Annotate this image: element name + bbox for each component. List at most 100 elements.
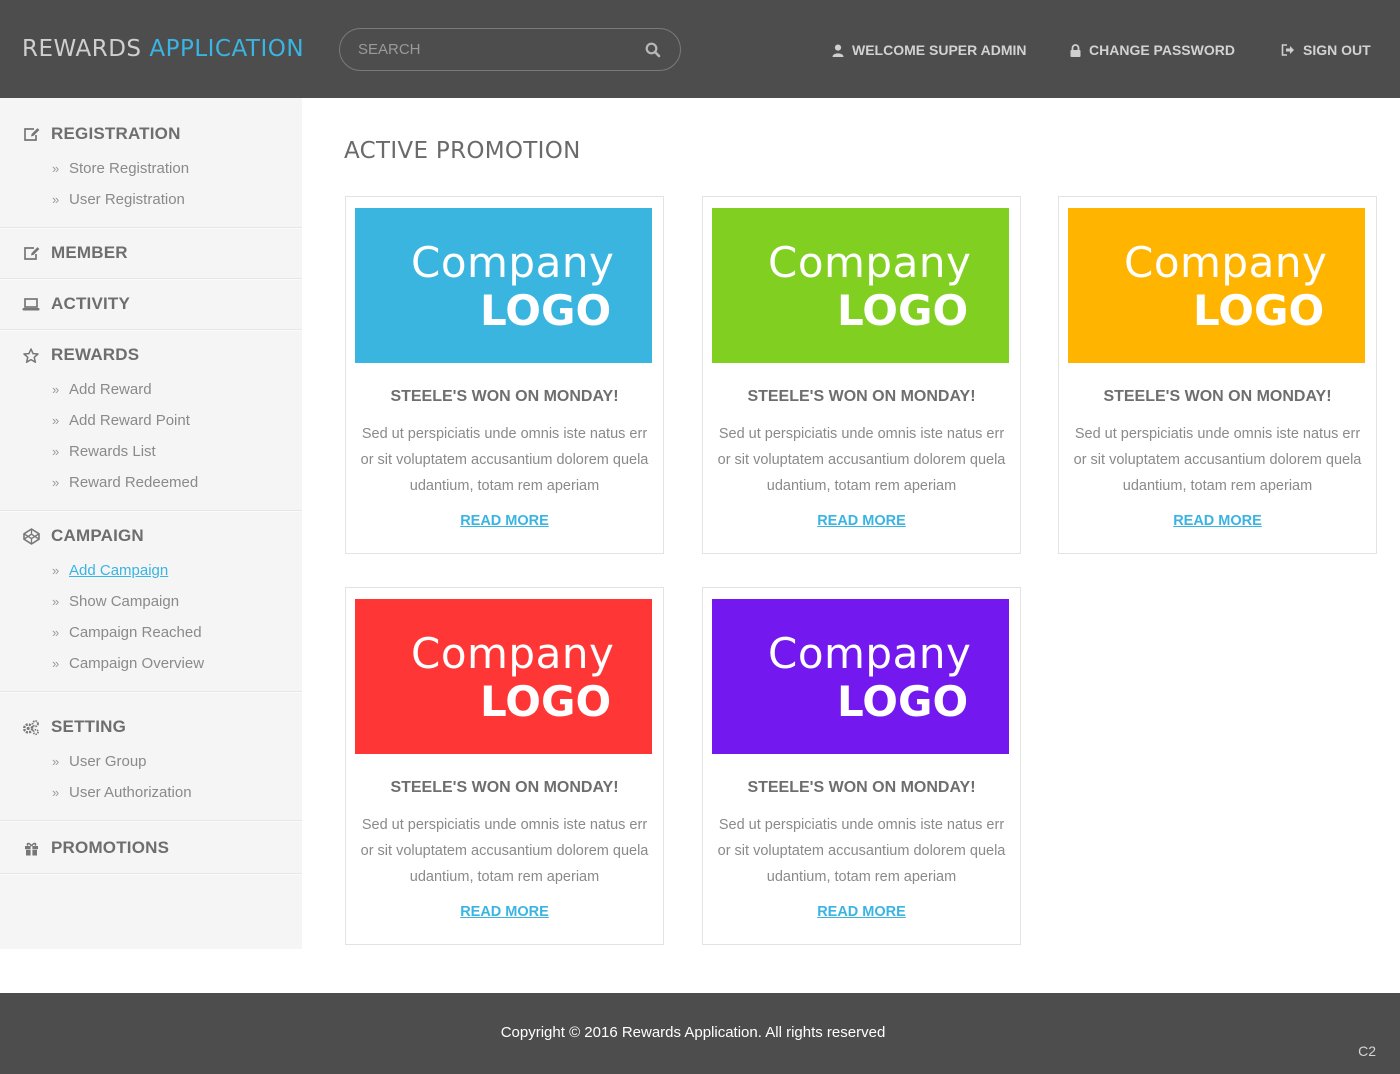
sign-out-link[interactable]: SIGN OUT bbox=[1281, 42, 1371, 58]
double-chevron-icon: » bbox=[52, 754, 60, 769]
company-logo-image[interactable]: Company LOGO bbox=[1068, 208, 1365, 363]
setting-submenu: » User Group » User Authorization bbox=[0, 746, 302, 820]
sidebar-item-user-group[interactable]: » User Group bbox=[0, 746, 302, 777]
logo-logo-text: LOGO bbox=[480, 286, 612, 335]
promotion-card: Company LOGO STEELE'S WON ON MONDAY! Sed… bbox=[345, 196, 664, 554]
sidebar-item-member[interactable]: MEMBER bbox=[0, 228, 302, 278]
company-logo-image[interactable]: Company LOGO bbox=[355, 599, 652, 754]
brand-logo[interactable]: REWARDS APPLICATION bbox=[22, 36, 304, 62]
sidebar-item-registration[interactable]: REGISTRATION bbox=[0, 109, 302, 159]
search-input[interactable] bbox=[358, 29, 628, 70]
sidebar-item-rewards[interactable]: REWARDS bbox=[0, 330, 302, 380]
sidebar-item-campaign[interactable]: CAMPAIGN bbox=[0, 511, 302, 561]
welcome-label: WELCOME SUPER ADMIN bbox=[852, 42, 1027, 58]
promotion-title: STEELE'S WON ON MONDAY! bbox=[390, 779, 619, 796]
company-logo-image[interactable]: Company LOGO bbox=[712, 208, 1009, 363]
read-more-wrapper: READ MORE bbox=[703, 903, 1020, 921]
submenu-label: User Group bbox=[69, 753, 147, 770]
submenu-label: Store Registration bbox=[69, 160, 190, 177]
promotion-description: Sed ut perspiciatis unde omnis iste natu… bbox=[717, 426, 1006, 494]
setting-label: SETTING bbox=[51, 717, 127, 736]
sidebar: REGISTRATION » Store Registration » User R… bbox=[0, 98, 302, 949]
registration-label: REGISTRATION bbox=[51, 124, 181, 143]
campaign-label: CAMPAIGN bbox=[51, 526, 144, 545]
sidebar-item-user-registration[interactable]: » User Registration bbox=[0, 184, 302, 215]
welcome-user-link[interactable]: WELCOME SUPER ADMIN bbox=[832, 42, 1026, 58]
submenu-label: Add Reward Point bbox=[69, 412, 190, 429]
double-chevron-icon: » bbox=[52, 563, 60, 578]
submenu-label: Reward Redeemed bbox=[69, 474, 199, 491]
change-password-link[interactable]: CHANGE PASSWORD bbox=[1070, 42, 1235, 58]
double-chevron-icon: » bbox=[52, 594, 60, 609]
rewards-submenu: » Add Reward » Add Reward Point » Rewards L… bbox=[0, 374, 302, 510]
read-more-link[interactable]: READ MORE bbox=[460, 904, 549, 920]
footer: Copyright © 2016 Rewards Application. Al… bbox=[0, 993, 1400, 1074]
sidebar-item-user-authorization[interactable]: » User Authorization bbox=[0, 777, 302, 808]
sidebar-item-campaign-overview[interactable]: » Campaign Overview bbox=[0, 648, 302, 679]
change-password-label: CHANGE PASSWORD bbox=[1089, 42, 1235, 58]
sidebar-item-reward-redeemed[interactable]: » Reward Redeemed bbox=[0, 467, 302, 498]
rewards-label: REWARDS bbox=[51, 345, 140, 364]
double-chevron-icon: » bbox=[52, 192, 60, 207]
sidebar-item-promotions[interactable]: PROMOTIONS bbox=[0, 823, 302, 873]
logo-company-text: Company bbox=[411, 629, 615, 678]
registration-submenu: » Store Registration » User Registration bbox=[0, 153, 302, 227]
double-chevron-icon: » bbox=[52, 382, 60, 397]
brand-part-application: APPLICATION bbox=[149, 36, 305, 62]
star-icon bbox=[22, 346, 40, 364]
submenu-label: Rewards List bbox=[69, 443, 156, 460]
sign-out-label: SIGN OUT bbox=[1303, 42, 1371, 58]
promotion-title: STEELE'S WON ON MONDAY! bbox=[390, 388, 619, 405]
edit-icon bbox=[22, 125, 40, 143]
double-chevron-icon: » bbox=[52, 656, 60, 671]
codepen-icon bbox=[22, 527, 40, 545]
read-more-link[interactable]: READ MORE bbox=[460, 513, 549, 529]
sidebar-section-promotions: PROMOTIONS bbox=[0, 821, 302, 874]
logo-company-text: Company bbox=[768, 238, 972, 287]
lock-icon bbox=[1070, 43, 1081, 57]
sidebar-item-setting[interactable]: SETTING bbox=[0, 702, 302, 752]
promotion-card: Company LOGO STEELE'S WON ON MONDAY! Sed… bbox=[345, 587, 664, 945]
promotion-description: Sed ut perspiciatis unde omnis iste natu… bbox=[360, 817, 649, 885]
laptop-icon bbox=[22, 295, 40, 313]
search-icon[interactable] bbox=[644, 41, 662, 59]
submenu-label: Campaign Overview bbox=[69, 655, 205, 672]
sidebar-item-add-campaign[interactable]: » Add Campaign bbox=[0, 555, 302, 586]
double-chevron-icon: » bbox=[52, 413, 60, 428]
sign-out-icon bbox=[1281, 44, 1295, 56]
double-chevron-icon: » bbox=[52, 475, 60, 490]
sidebar-item-store-registration[interactable]: » Store Registration bbox=[0, 153, 302, 184]
read-more-wrapper: READ MORE bbox=[346, 903, 663, 921]
read-more-link[interactable]: READ MORE bbox=[1173, 513, 1262, 529]
edit-icon bbox=[22, 244, 40, 262]
sidebar-item-show-campaign[interactable]: » Show Campaign bbox=[0, 586, 302, 617]
company-logo-image[interactable]: Company LOGO bbox=[712, 599, 1009, 754]
submenu-label: User Authorization bbox=[69, 784, 192, 801]
sidebar-section-setting: SETTING » User Group » User Authorization bbox=[0, 692, 302, 821]
page-title: ACTIVE PROMOTION bbox=[344, 138, 581, 164]
double-chevron-icon: » bbox=[52, 625, 60, 640]
sidebar-item-add-reward-point[interactable]: » Add Reward Point bbox=[0, 405, 302, 436]
brand-part-rewards: REWARDS bbox=[22, 36, 142, 62]
read-more-wrapper: READ MORE bbox=[346, 512, 663, 530]
promotion-card: Company LOGO STEELE'S WON ON MONDAY! Sed… bbox=[1058, 196, 1377, 554]
campaign-submenu: » Add Campaign » Show Campaign » Campaign R… bbox=[0, 555, 302, 691]
submenu-label: Add Campaign bbox=[69, 562, 169, 579]
logo-company-text: Company bbox=[411, 238, 615, 287]
company-logo-image[interactable]: Company LOGO bbox=[355, 208, 652, 363]
promotions-label: PROMOTIONS bbox=[51, 838, 170, 857]
sidebar-section-rewards: REWARDS » Add Reward » Add Reward Point » R… bbox=[0, 330, 302, 511]
submenu-label: Add Reward bbox=[69, 381, 152, 398]
sidebar-item-rewards-list[interactable]: » Rewards List bbox=[0, 436, 302, 467]
submenu-label: Campaign Reached bbox=[69, 624, 202, 641]
read-more-link[interactable]: READ MORE bbox=[817, 513, 906, 529]
promotion-description: Sed ut perspiciatis unde omnis iste natu… bbox=[717, 817, 1006, 885]
member-label: MEMBER bbox=[51, 243, 128, 262]
logo-company-text: Company bbox=[1124, 238, 1328, 287]
sidebar-item-add-reward[interactable]: » Add Reward bbox=[0, 374, 302, 405]
sidebar-item-campaign-reached[interactable]: » Campaign Reached bbox=[0, 617, 302, 648]
promotion-title: STEELE'S WON ON MONDAY! bbox=[1103, 388, 1332, 405]
promotion-card: Company LOGO STEELE'S WON ON MONDAY! Sed… bbox=[702, 196, 1021, 554]
read-more-link[interactable]: READ MORE bbox=[817, 904, 906, 920]
sidebar-item-activity[interactable]: ACTIVITY bbox=[0, 279, 302, 329]
